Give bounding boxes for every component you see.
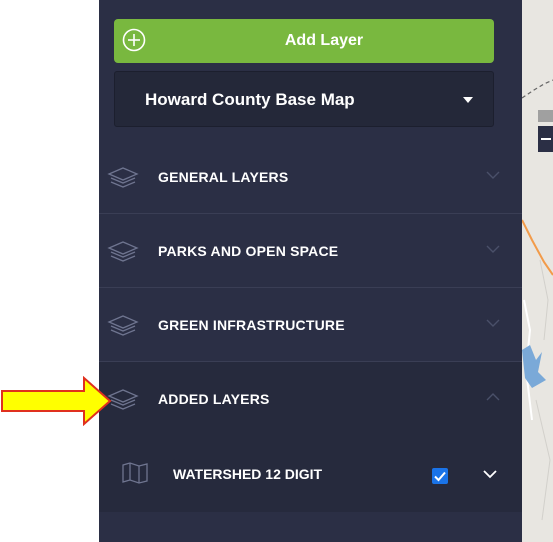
basemap-select[interactable]: Howard County Base Map: [114, 71, 494, 127]
layers-icon: [107, 167, 139, 188]
section-label: PARKS AND OPEN SPACE: [158, 243, 339, 259]
layer-options-chevron-icon[interactable]: [483, 469, 497, 479]
map-icon: [122, 462, 148, 484]
layer-visibility-checkbox[interactable]: [432, 468, 448, 484]
arrow-right-icon: [1, 376, 112, 426]
section-label: ADDED LAYERS: [158, 391, 270, 407]
layers-icon: [107, 315, 139, 336]
section-green-infrastructure[interactable]: GREEN INFRASTRUCTURE: [99, 288, 522, 362]
check-icon: [434, 471, 446, 482]
section-general-layers[interactable]: GENERAL LAYERS: [99, 140, 522, 214]
add-layer-button[interactable]: Add Layer: [114, 19, 494, 63]
add-layer-label: Add Layer: [284, 32, 364, 49]
caret-down-icon: [463, 97, 473, 103]
basemap-selected-value: Howard County Base Map: [145, 90, 355, 109]
layer-label: WATERSHED 12 DIGIT: [173, 466, 323, 482]
added-layer-row: WATERSHED 12 DIGIT: [99, 436, 522, 512]
section-label: GENERAL LAYERS: [158, 169, 289, 185]
layers-icon: [107, 241, 139, 262]
section-label: GREEN INFRASTRUCTURE: [158, 317, 345, 333]
zoom-control[interactable]: [538, 110, 553, 158]
zoom-out-button[interactable]: [538, 126, 553, 152]
chevron-down-icon: [486, 245, 500, 253]
section-added-layers[interactable]: ADDED LAYERS: [99, 362, 522, 436]
chevron-up-icon: [486, 393, 500, 401]
section-parks-and-open-space[interactable]: PARKS AND OPEN SPACE: [99, 214, 522, 288]
minus-icon: [541, 138, 551, 140]
map-background: [522, 0, 553, 542]
chevron-down-icon: [486, 171, 500, 179]
map-view[interactable]: [522, 0, 553, 542]
chevron-down-icon: [486, 319, 500, 327]
zoom-in-button[interactable]: [538, 110, 553, 122]
